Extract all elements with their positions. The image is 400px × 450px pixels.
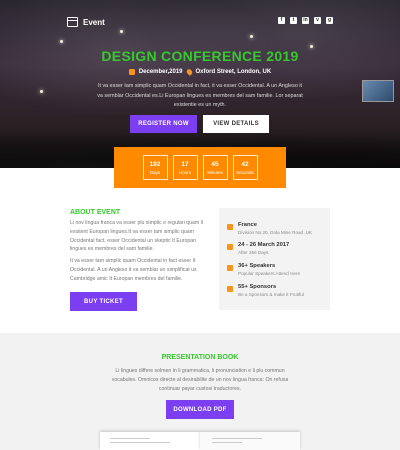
stage-light: [120, 30, 123, 33]
event-info-box: France Division No.20, Dola Mine Road ,U…: [219, 208, 330, 310]
countdown-label: Minutes: [207, 169, 223, 175]
view-details-button[interactable]: VIEW DETAILS: [203, 115, 269, 133]
event-date: December,2019: [138, 69, 183, 75]
text-line: [212, 442, 242, 443]
countdown-value: 192: [149, 160, 161, 168]
info-title: 36+ Speakers: [238, 263, 276, 269]
calendar-logo-icon: [67, 17, 78, 27]
microphone-icon: [227, 265, 233, 271]
stage-light: [60, 40, 63, 43]
info-sub: Division No.20, Dola Mine Road ,UK: [238, 230, 313, 235]
book-page-left: [100, 432, 200, 450]
countdown-seconds: 42 Seconds: [232, 155, 258, 180]
countdown-days: 192 Days: [142, 155, 168, 180]
about-paragraph: Li nov lingua franca va esser plu simpli…: [70, 220, 203, 253]
info-sub: Popular Speakers Attend Here: [238, 271, 301, 276]
event-meta: December,2019 Oxford Street, London, UK: [0, 68, 400, 76]
info-sub: Be a Sponsors & make it Fruitful: [238, 292, 304, 297]
info-item-date: 24 - 26 March 2017 After 256 Days: [227, 242, 289, 255]
stage-light: [40, 90, 43, 93]
info-sub: After 256 Days: [238, 250, 269, 255]
book-page-right: [200, 432, 300, 450]
countdown-label: Days: [149, 169, 161, 175]
google-plus-icon[interactable]: g: [326, 17, 333, 24]
buy-ticket-button[interactable]: BUY TICKET: [70, 292, 137, 311]
hero-description: It va esser tam simplic quam Occidental …: [97, 83, 303, 108]
presentation-description: Li lingues differe solmen in li grammati…: [111, 368, 289, 392]
countdown-hours: 17 Hours: [172, 155, 198, 180]
vimeo-icon[interactable]: v: [314, 17, 321, 24]
info-item-location: France Division No.20, Dola Mine Road ,U…: [227, 222, 312, 235]
countdown-label: Seconds: [236, 169, 254, 175]
info-title: 55+ Sponsors: [238, 284, 277, 290]
countdown-label: Hours: [178, 169, 191, 175]
countdown-value: 45: [211, 160, 219, 168]
about-paragraph: It va esser tam simplic quam Occidental …: [70, 258, 197, 282]
location-pin-icon: [185, 68, 193, 76]
download-pdf-button[interactable]: DOWNLOAD PDF: [166, 400, 234, 419]
countdown-value: 17: [181, 160, 189, 168]
text-line: [110, 438, 150, 439]
brand-logo[interactable]: Event: [67, 17, 105, 27]
book-preview-image: [100, 432, 300, 450]
countdown-value: 42: [241, 160, 249, 168]
hero-title: DESIGN CONFERENCE 2019: [101, 48, 299, 64]
register-now-button[interactable]: REGISTER NOW: [130, 115, 197, 133]
calendar-icon: [227, 244, 233, 250]
text-line: [212, 438, 262, 439]
countdown-timer: 192 Days 17 Hours 45 Minutes 42 Seconds: [114, 147, 286, 188]
event-location: Oxford Street, London, UK: [195, 69, 272, 75]
facebook-icon[interactable]: f: [278, 17, 285, 24]
info-title: 24 - 26 March 2017: [238, 242, 290, 248]
about-title: ABOUT EVENT: [70, 209, 121, 216]
info-item-speakers: 36+ Speakers Popular Speakers Attend Her…: [227, 263, 300, 276]
presentation-title: PRESENTATION BOOK: [161, 354, 239, 361]
brand-name: Event: [83, 17, 105, 27]
info-title: France: [238, 222, 258, 228]
sponsor-icon: [227, 286, 233, 292]
stage-light: [250, 35, 253, 38]
info-item-sponsors: 55+ Sponsors Be a Sponsors & make it Fru…: [227, 284, 304, 297]
instagram-icon[interactable]: in: [302, 17, 309, 24]
twitter-icon[interactable]: t: [290, 17, 297, 24]
countdown-minutes: 45 Minutes: [202, 155, 228, 180]
location-pin-icon: [227, 224, 233, 230]
social-links: f t in v g: [278, 17, 333, 24]
calendar-icon: [128, 69, 135, 75]
stage-screen: [362, 80, 394, 102]
text-line: [110, 442, 170, 443]
